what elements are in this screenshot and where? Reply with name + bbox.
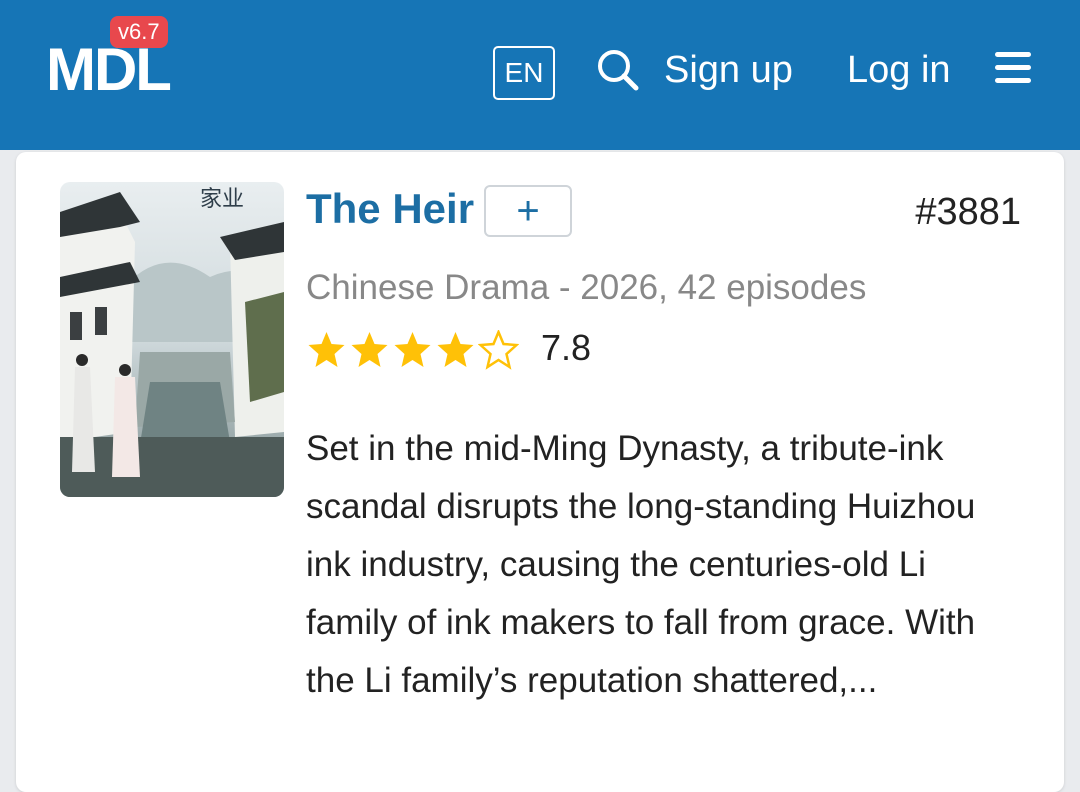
top-nav-bar: MDL v6.7 EN Sign up Log in <box>0 0 1080 150</box>
rank-label: #3881 <box>915 191 1021 233</box>
star-filled-icon <box>394 332 431 367</box>
drama-poster[interactable]: 家业 <box>60 182 284 497</box>
star-filled-icon <box>437 332 474 367</box>
poster-title: 家业 <box>200 187 244 212</box>
version-badge: v6.7 <box>110 16 168 48</box>
mdl-logo[interactable]: MDL <box>46 40 172 100</box>
drama-title[interactable]: The Heir <box>306 184 474 234</box>
language-button[interactable]: EN <box>493 46 555 100</box>
rating-score: 7.8 <box>541 327 592 368</box>
drama-card: 家业 The Heir + #3881 Chinese Drama - 2026… <box>16 152 1064 792</box>
star-rating <box>306 330 521 370</box>
login-link[interactable]: Log in <box>847 48 951 92</box>
star-filled-icon <box>308 332 345 367</box>
drama-meta: Chinese Drama - 2026, 42 episodes <box>306 268 867 307</box>
add-to-list-button[interactable]: + <box>484 185 572 237</box>
synopsis-text: Set in the mid-Ming Dynasty, a tribute-i… <box>306 429 976 700</box>
star-filled-icon <box>351 332 388 367</box>
signup-link[interactable]: Sign up <box>664 48 793 92</box>
search-icon[interactable] <box>596 48 640 92</box>
hamburger-menu-icon[interactable] <box>995 52 1031 86</box>
star-empty-icon <box>478 330 519 370</box>
